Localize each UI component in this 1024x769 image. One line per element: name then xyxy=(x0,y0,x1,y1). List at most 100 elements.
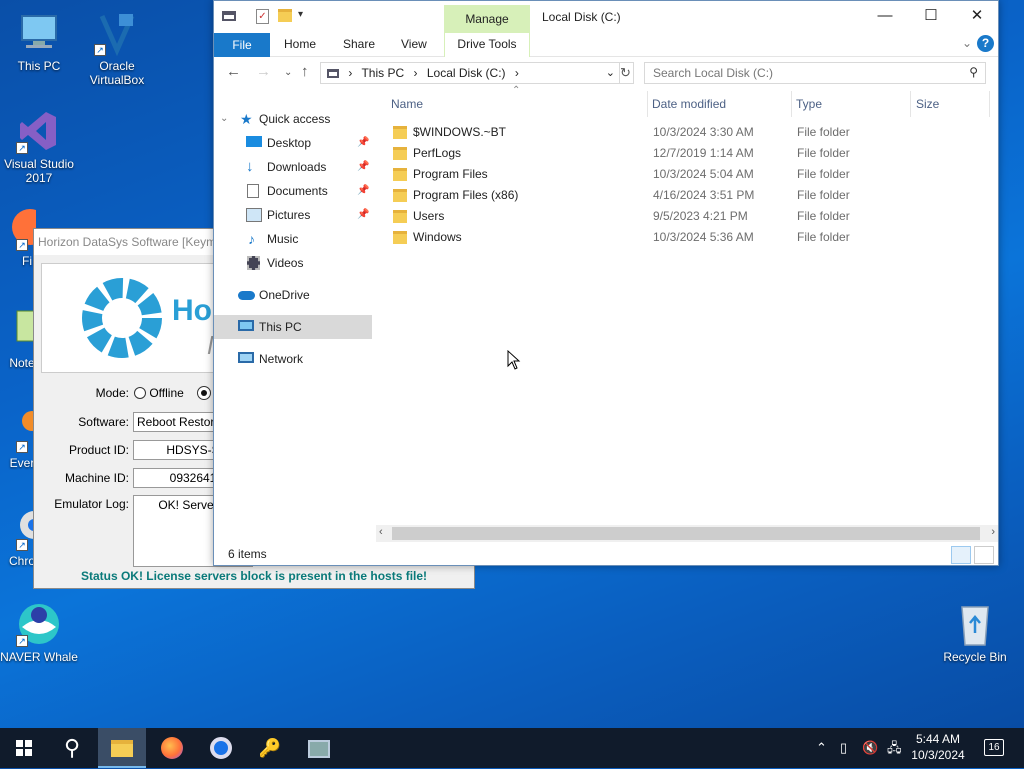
search-icon: ⚲ xyxy=(63,735,81,760)
desktop-icon-naver-whale[interactable]: ↗ NAVER Whale xyxy=(0,601,78,664)
search-button[interactable]: ⚲ xyxy=(48,728,96,768)
folder-icon xyxy=(393,168,407,181)
tray-device-icon[interactable]: ▯ xyxy=(840,728,847,768)
file-date: 9/5/2023 4:21 PM xyxy=(653,209,748,223)
desktop-icon-label: Oracle VirtualBox xyxy=(89,59,145,87)
action-center-button[interactable]: 16 xyxy=(984,739,1004,756)
minimize-button[interactable]: — xyxy=(862,1,908,31)
close-button[interactable]: ✕ xyxy=(954,1,1000,31)
desktop-icon-chrome[interactable]: ↗ Chro xyxy=(0,505,36,568)
horizontal-scrollbar[interactable]: ‹ › xyxy=(376,525,998,542)
desktop-icon-notepad[interactable]: Note xyxy=(0,307,36,370)
scrollbar-thumb[interactable] xyxy=(392,527,980,540)
breadcrumb-local-disk[interactable]: Local Disk (C:) xyxy=(427,66,506,80)
refresh-button[interactable]: ↻ xyxy=(618,62,634,84)
breadcrumb-this-pc[interactable]: This PC xyxy=(361,66,404,80)
recent-locations-icon[interactable]: ⌄ xyxy=(284,67,292,78)
scroll-right-icon[interactable]: › xyxy=(991,526,995,538)
nav-label: This PC xyxy=(259,320,302,334)
up-arrow-icon[interactable]: ↑ xyxy=(301,63,309,80)
column-header-date[interactable]: Date modified xyxy=(652,93,726,115)
app-window-icon xyxy=(308,740,330,758)
nav-desktop[interactable]: Desktop 📌 xyxy=(214,131,372,155)
column-divider[interactable] xyxy=(647,91,648,117)
nav-videos[interactable]: Videos xyxy=(214,251,372,275)
taskbar-horizon-app[interactable] xyxy=(295,728,343,768)
volume-muted-icon[interactable]: 🔇 xyxy=(862,728,878,768)
nav-this-pc[interactable]: This PC xyxy=(214,315,372,339)
column-header-type[interactable]: Type xyxy=(796,93,822,115)
drive-icon xyxy=(222,11,236,21)
tab-home[interactable]: Home xyxy=(284,33,316,57)
taskbar-clock[interactable]: 5:44 AM 10/3/2024 xyxy=(908,731,968,763)
column-header-size[interactable]: Size xyxy=(916,93,939,115)
maximize-button[interactable]: ☐ xyxy=(908,1,954,31)
taskbar-keymaker[interactable]: 🔑 xyxy=(246,728,294,768)
back-arrow-icon[interactable]: ← xyxy=(226,63,241,80)
properties-icon[interactable]: ✓ xyxy=(256,9,269,24)
tab-drive-tools[interactable]: Drive Tools xyxy=(444,33,530,57)
window-title: Local Disk (C:) xyxy=(542,10,621,24)
folder-icon xyxy=(111,740,133,757)
nav-network[interactable]: Network xyxy=(214,347,372,371)
tab-file[interactable]: File xyxy=(214,33,270,57)
desktop-icon-recycle-bin[interactable]: Recycle Bin xyxy=(936,601,1014,664)
file-type: File folder xyxy=(797,125,850,139)
help-icon[interactable]: ? xyxy=(977,35,994,52)
expand-ribbon-icon[interactable]: ⌄ xyxy=(962,36,972,50)
taskbar-chrome[interactable] xyxy=(197,728,245,768)
search-input[interactable]: Search Local Disk (C:) ⚲ xyxy=(644,62,986,84)
customize-quick-access-icon[interactable]: ▾ xyxy=(298,9,303,20)
tab-manage[interactable]: Manage xyxy=(444,5,530,33)
new-folder-icon[interactable] xyxy=(278,9,292,22)
refresh-icon: ↻ xyxy=(620,65,631,80)
file-row[interactable]: Program Files (x86) 4/16/2024 3:51 PM Fi… xyxy=(389,185,989,206)
tab-share[interactable]: Share xyxy=(343,33,375,57)
scroll-left-icon[interactable]: ‹ xyxy=(379,526,383,538)
taskbar-firefox[interactable] xyxy=(148,728,196,768)
taskbar-file-explorer[interactable] xyxy=(98,728,146,768)
column-divider[interactable] xyxy=(910,91,911,117)
column-header-name[interactable]: Name xyxy=(391,93,423,115)
tab-view[interactable]: View xyxy=(401,33,427,57)
nav-pictures[interactable]: Pictures 📌 xyxy=(214,203,372,227)
desktop-icon-label: Ever xyxy=(9,456,35,470)
search-icon: ⚲ xyxy=(969,65,978,79)
desktop-icon-label: Visual Studio 2017 xyxy=(4,157,74,185)
nav-quick-access[interactable]: ⌄ ★ Quick access xyxy=(214,107,372,131)
column-divider[interactable] xyxy=(791,91,792,117)
forward-arrow-icon[interactable]: → xyxy=(256,63,271,80)
shortcut-arrow-icon: ↗ xyxy=(16,539,28,551)
file-row[interactable]: $WINDOWS.~BT 10/3/2024 3:30 AM File fold… xyxy=(389,122,989,143)
file-row[interactable]: Users 9/5/2023 4:21 PM File folder xyxy=(389,206,989,227)
file-row[interactable]: Program Files 10/3/2024 5:04 AM File fol… xyxy=(389,164,989,185)
details-view-icon[interactable] xyxy=(951,546,971,564)
column-divider[interactable] xyxy=(989,91,990,117)
shortcut-arrow-icon: ↗ xyxy=(94,44,106,56)
show-hidden-icons[interactable]: ⌃ xyxy=(816,728,827,768)
network-tray-icon[interactable]: 🖧 xyxy=(887,728,902,768)
folder-icon xyxy=(393,147,407,160)
file-row[interactable]: Windows 10/3/2024 5:36 AM File folder xyxy=(389,227,989,248)
address-bar[interactable]: › This PC › Local Disk (C:) › ⌄ xyxy=(320,62,620,84)
nav-documents[interactable]: Documents 📌 xyxy=(214,179,372,203)
file-name: $WINDOWS.~BT xyxy=(413,125,507,139)
mode-online-radio[interactable] xyxy=(197,386,211,400)
file-date: 4/16/2024 3:51 PM xyxy=(653,188,755,202)
nav-onedrive[interactable]: OneDrive xyxy=(214,283,372,307)
folder-icon xyxy=(393,210,407,223)
nav-music[interactable]: ♪ Music xyxy=(214,227,372,251)
large-icons-view-icon[interactable] xyxy=(974,546,994,564)
start-button[interactable] xyxy=(0,728,48,768)
desktop-icon-this-pc[interactable]: This PC xyxy=(0,10,78,73)
desktop-icon-visual-studio[interactable]: ↗ Visual Studio 2017 xyxy=(0,108,78,185)
nav-label: Desktop xyxy=(267,136,312,150)
film-icon xyxy=(247,256,260,270)
nav-downloads[interactable]: ↓ Downloads 📌 xyxy=(214,155,372,179)
address-dropdown-icon[interactable]: ⌄ xyxy=(606,66,615,79)
desktop-icon-everything[interactable]: ↗ Ever xyxy=(0,407,36,470)
desktop-icon-firefox[interactable]: ↗ Fi xyxy=(0,205,36,268)
desktop-icon-virtualbox[interactable]: ↗ Oracle VirtualBox xyxy=(78,10,156,87)
file-row[interactable]: PerfLogs 12/7/2019 1:14 AM File folder xyxy=(389,143,989,164)
download-arrow-icon: ↓ xyxy=(246,158,254,175)
